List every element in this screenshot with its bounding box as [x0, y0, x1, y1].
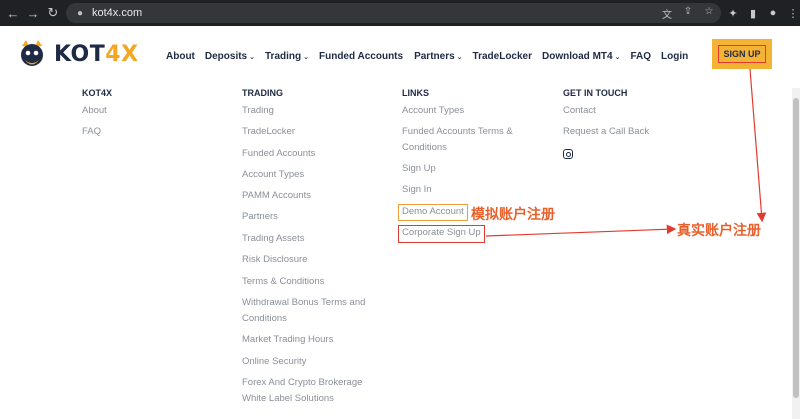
footer-column-contact: GET IN TOUCH: [563, 86, 627, 100]
lock-icon: ●: [76, 7, 84, 19]
kot4x-logo[interactable]: KOT4X: [16, 38, 139, 70]
chevron-down-icon: ⌄: [303, 53, 309, 61]
scrollbar-thumb[interactable]: [793, 98, 799, 398]
demo-annotation-label: 模拟账户注册: [471, 207, 555, 223]
signup-button[interactable]: SIGN UP: [718, 45, 766, 63]
footer-link-funded-terms-cont[interactable]: Conditions: [402, 140, 447, 156]
footer-link-request-callback[interactable]: Request a Call Back: [563, 124, 649, 140]
cat-mascot-icon: [16, 38, 48, 70]
back-icon[interactable]: ←: [4, 4, 22, 22]
extensions-icon[interactable]: ✦: [726, 4, 740, 22]
real-annotation-label: 真实账户注册: [677, 223, 761, 239]
sidebar-icon[interactable]: ▮: [746, 4, 760, 22]
chevron-down-icon: ⌄: [614, 53, 621, 61]
column-title: GET IN TOUCH: [563, 88, 628, 98]
footer-link-tradelocker[interactable]: TradeLocker: [242, 124, 295, 140]
arrow-from-corporate: [485, 224, 677, 237]
footer-link-partners[interactable]: Partners: [242, 209, 278, 225]
arrow-from-signup: [749, 68, 767, 223]
main-nav: About Deposits ⌄ Trading ⌄ Funded Accounts…: [166, 51, 688, 62]
demo-account-highlight: [398, 204, 468, 221]
footer-link-terms-conditions[interactable]: Terms & Conditions: [242, 274, 324, 290]
nav-deposits[interactable]: Deposits ⌄: [205, 51, 255, 62]
reload-icon[interactable]: ↻: [44, 4, 62, 22]
site-header: KOT4X About Deposits ⌄ Trading ⌄ Funded Ac…: [0, 26, 800, 88]
footer-link-withdrawal-bonus-cont[interactable]: Conditions: [242, 311, 287, 327]
footer-column-links: LINKS: [402, 86, 429, 100]
footer-link-trading[interactable]: Trading: [242, 103, 274, 119]
share-icon[interactable]: ⇪: [682, 6, 694, 21]
footer-link-online-security[interactable]: Online Security: [242, 354, 306, 370]
footer-link-white-label[interactable]: White Label Solutions: [242, 391, 334, 407]
footer-link-funded-terms[interactable]: Funded Accounts Terms &: [402, 124, 513, 140]
chevron-down-icon: ⌄: [249, 53, 255, 61]
nav-faq[interactable]: FAQ: [630, 51, 651, 62]
instagram-icon[interactable]: [563, 149, 573, 159]
footer-link-about[interactable]: About: [82, 103, 107, 119]
menu-icon[interactable]: ⋮: [786, 4, 800, 22]
forward-icon[interactable]: →: [24, 4, 42, 22]
footer-link-account-types-2[interactable]: Account Types: [402, 103, 464, 119]
footer-link-sign-in[interactable]: Sign In: [402, 182, 432, 198]
star-icon[interactable]: ☆: [703, 6, 715, 21]
url-text: kot4x.com: [92, 7, 143, 19]
column-title: KOT4X: [82, 88, 113, 98]
footer-link-faq[interactable]: FAQ: [82, 124, 101, 140]
footer-link-funded-accounts[interactable]: Funded Accounts: [242, 146, 315, 162]
footer-link-market-trading-hours[interactable]: Market Trading Hours: [242, 332, 333, 348]
translate-icon[interactable]: 文: [661, 6, 673, 21]
footer-link-withdrawal-bonus[interactable]: Withdrawal Bonus Terms and: [242, 295, 365, 311]
page-scrollbar[interactable]: [792, 88, 800, 419]
logo-text: KOT4X: [54, 41, 139, 67]
signup-button-container: SIGN UP: [712, 39, 772, 69]
column-title: TRADING: [242, 88, 283, 98]
footer-link-risk-disclosure[interactable]: Risk Disclosure: [242, 252, 307, 268]
nav-login[interactable]: Login: [661, 51, 688, 62]
footer-link-sign-up[interactable]: Sign Up: [402, 161, 436, 177]
corporate-signup-highlight: [398, 225, 485, 243]
nav-trading[interactable]: Trading ⌄: [265, 51, 309, 62]
footer-link-pamm-accounts[interactable]: PAMM Accounts: [242, 188, 311, 204]
column-title: LINKS: [402, 88, 429, 98]
address-bar[interactable]: ● kot4x.com 文 ⇪ ☆: [66, 3, 721, 23]
footer-column-kot4x: KOT4X: [82, 86, 112, 100]
chevron-down-icon: ⌄: [456, 53, 463, 61]
footer-link-contact[interactable]: Contact: [563, 103, 596, 119]
nav-about[interactable]: About: [166, 51, 195, 62]
profile-icon[interactable]: ●: [766, 4, 780, 22]
nav-partners[interactable]: Partners ⌄: [414, 51, 462, 62]
nav-tradelocker[interactable]: TradeLocker: [473, 51, 532, 62]
browser-toolbar: ← → ↻ ⌂ ● kot4x.com 文 ⇪ ☆ ✦ ▮ ● ⋮: [0, 0, 800, 26]
footer-link-brokerage[interactable]: Forex And Crypto Brokerage: [242, 375, 362, 391]
footer-column-trading: TRADING: [242, 86, 283, 100]
footer-link-trading-assets[interactable]: Trading Assets: [242, 231, 304, 247]
nav-download-mt4[interactable]: Download MT4 ⌄: [542, 51, 620, 62]
footer-link-account-types[interactable]: Account Types: [242, 167, 304, 183]
nav-funded-accounts[interactable]: Funded Accounts: [319, 51, 403, 62]
